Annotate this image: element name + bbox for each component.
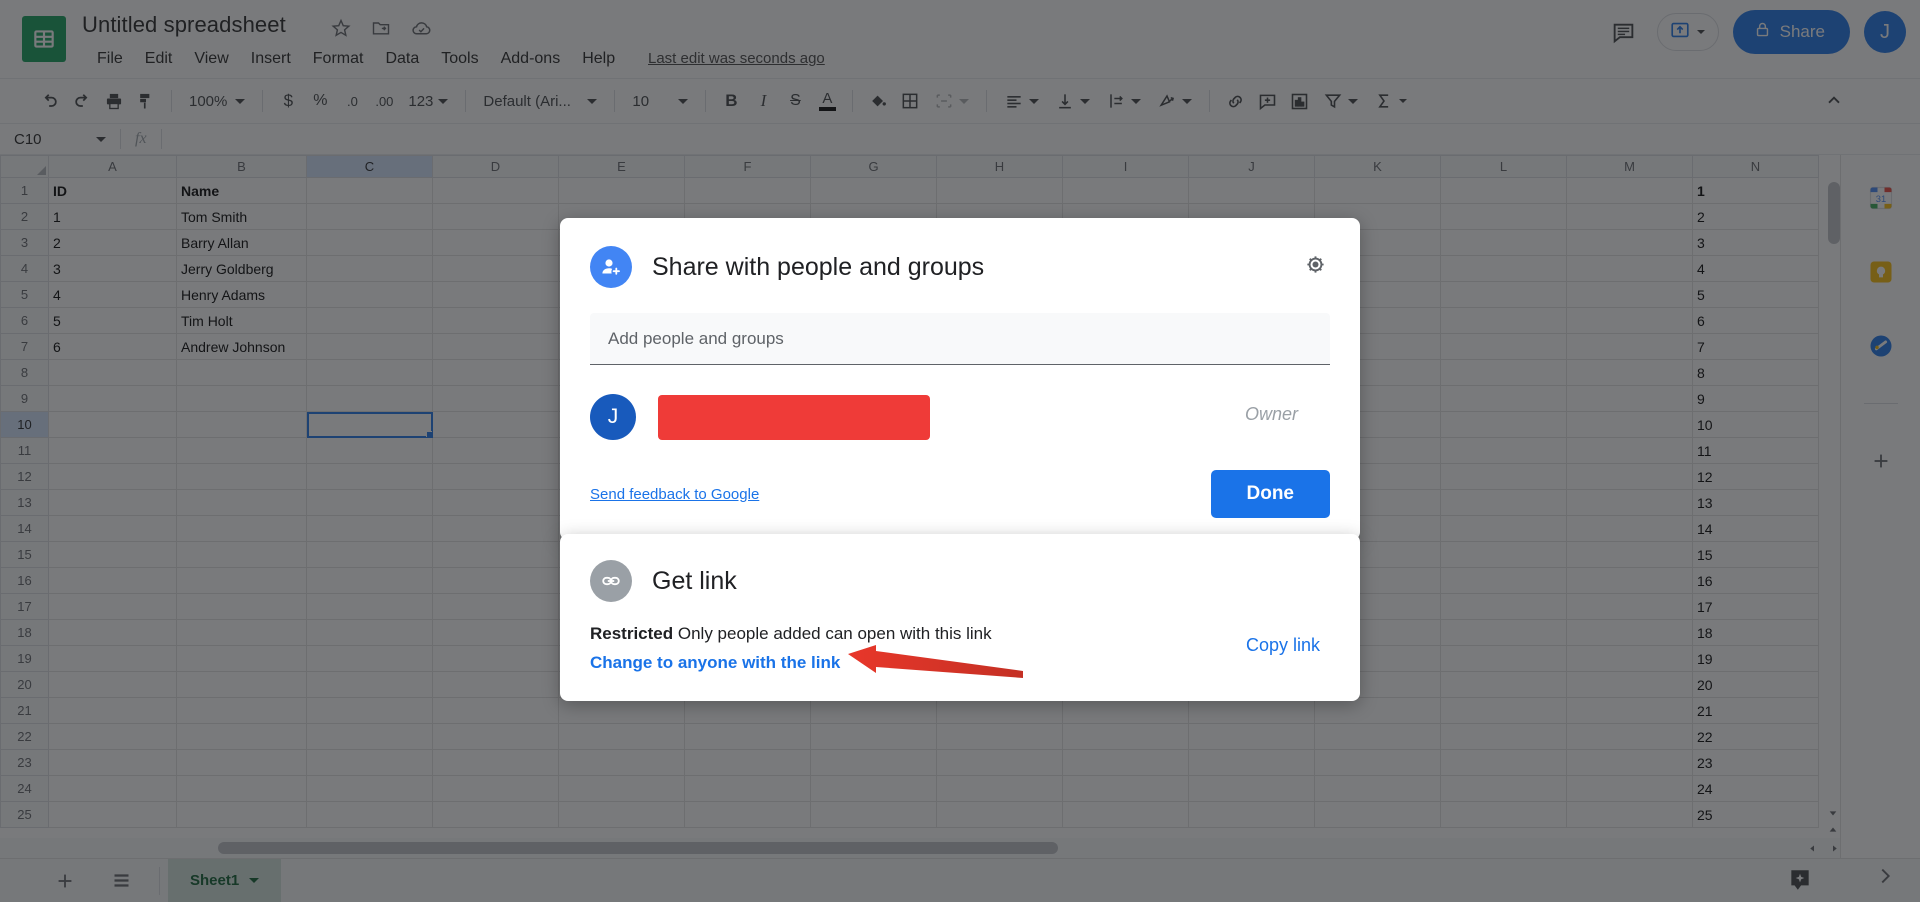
share-dialog: Share with people and groups Add people … xyxy=(560,218,1360,540)
person-role-label: Owner xyxy=(1245,404,1298,425)
link-icon xyxy=(590,560,632,602)
done-button[interactable]: Done xyxy=(1211,470,1331,518)
link-status-line: Restricted Only people added can open wi… xyxy=(590,624,1330,644)
person-add-icon xyxy=(590,246,632,288)
get-link-body: Restricted Only people added can open wi… xyxy=(590,624,1330,673)
settings-gear-icon[interactable] xyxy=(1303,252,1328,282)
add-people-placeholder: Add people and groups xyxy=(608,329,784,349)
shared-person-row: J Owner xyxy=(590,392,1330,442)
share-dialog-title: Share with people and groups xyxy=(652,253,984,282)
google-sheets-app: Untitled spreadsheet File Edit View Inse… xyxy=(0,0,1920,902)
person-avatar: J xyxy=(590,394,636,440)
send-feedback-link[interactable]: Send feedback to Google xyxy=(590,486,759,503)
add-people-input[interactable]: Add people and groups xyxy=(590,313,1330,365)
copy-link-button[interactable]: Copy link xyxy=(1246,635,1320,656)
redacted-email xyxy=(658,395,930,440)
link-status-description: Only people added can open with this lin… xyxy=(678,624,992,643)
get-link-title: Get link xyxy=(652,567,737,596)
change-link-access-button[interactable]: Change to anyone with the link xyxy=(590,653,1330,673)
get-link-header: Get link xyxy=(590,560,1330,602)
get-link-dialog: Get link Restricted Only people added ca… xyxy=(560,534,1360,701)
share-dialog-footer: Send feedback to Google Done xyxy=(590,470,1330,518)
share-dialog-header: Share with people and groups xyxy=(590,246,1330,288)
link-status-label: Restricted xyxy=(590,624,673,643)
